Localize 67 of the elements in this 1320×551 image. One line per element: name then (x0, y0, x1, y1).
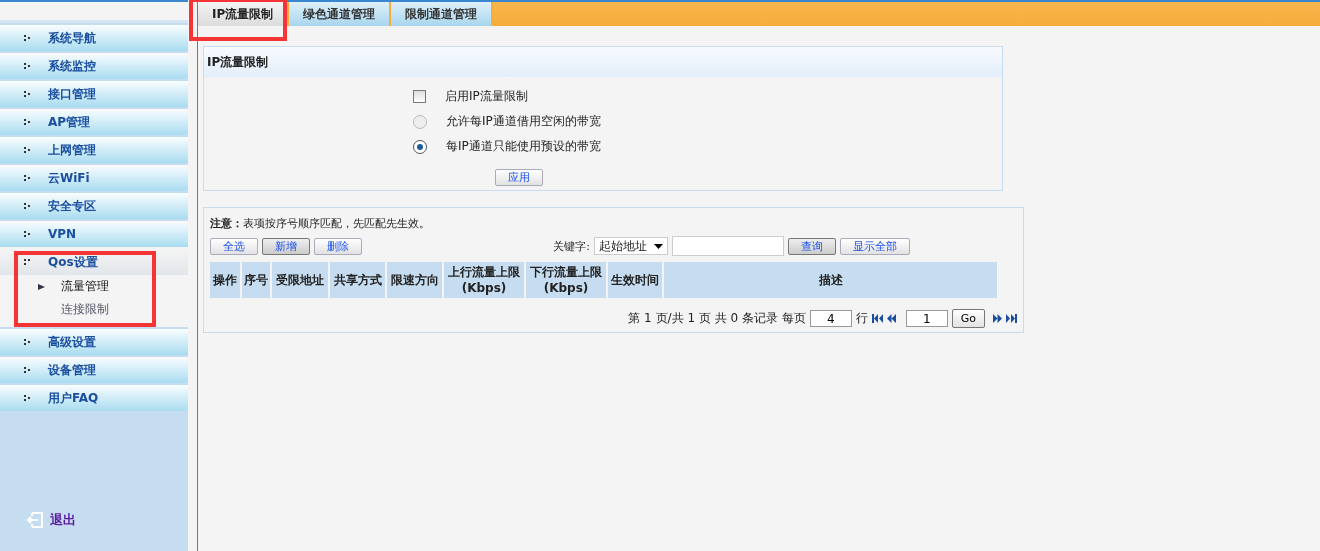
next-page-icon[interactable] (993, 314, 1002, 323)
column-header: 描述 (664, 262, 997, 298)
option-label: 每IP通道只能使用预设的带宽 (446, 138, 601, 155)
column-header: 共享方式 (330, 262, 385, 298)
dots-icon (23, 173, 32, 183)
dots-icon (23, 61, 32, 71)
option-label: 启用IP流量限制 (445, 88, 528, 105)
dots-icon (23, 33, 32, 43)
sidebar-item[interactable]: 接口管理 (0, 81, 188, 107)
radio-button[interactable] (413, 139, 427, 154)
column-header: 生效时间 (608, 262, 662, 298)
sidebar-item[interactable]: 系统监控 (0, 53, 188, 79)
dots-icon (23, 257, 32, 267)
tab[interactable]: 绿色通道管理 (289, 2, 392, 26)
column-header: 受限地址 (272, 262, 328, 298)
sidebar-item[interactable]: 高级设置 (0, 329, 188, 355)
column-header: 上行流量上限 (Kbps) (444, 262, 524, 298)
dots-icon (23, 201, 32, 211)
sidebar-item[interactable]: 系统导航 (0, 25, 188, 51)
toolbar-button[interactable]: 新增 (262, 237, 310, 255)
tab[interactable]: IP流量限制 (198, 2, 290, 26)
column-header: 操作 (210, 262, 240, 298)
sidebar-item[interactable]: 云WiFi (0, 165, 188, 191)
toolbar-button[interactable]: 删除 (314, 237, 362, 255)
keyword-select[interactable]: 起始地址 (594, 237, 668, 255)
go-button[interactable]: Go (951, 309, 985, 328)
tab[interactable]: 限制通道管理 (391, 2, 494, 26)
dots-icon (23, 393, 32, 403)
toolbar-button[interactable]: 全选 (210, 237, 258, 255)
exit-icon (26, 512, 44, 528)
column-header: 下行流量上限 (Kbps) (526, 262, 606, 298)
panel-title: IP流量限制 (204, 47, 1002, 77)
submenu-item[interactable]: 连接限制 (0, 298, 109, 321)
dots-icon (23, 89, 32, 99)
arrow-icon (38, 283, 45, 290)
logout-link[interactable]: 退出 (0, 511, 76, 529)
sidebar-item[interactable]: VPN (0, 221, 188, 247)
sidebar-item[interactable]: 安全专区 (0, 193, 188, 219)
pager-summary: 第 1 页/共 1 页 共 0 条记录 每页 (628, 310, 806, 327)
rows-label: 行 (855, 310, 868, 327)
dots-icon (23, 365, 32, 375)
sidebar-item[interactable]: AP管理 (0, 109, 188, 135)
note-text: 注意：表项按序号顺序匹配，先匹配先生效。 (210, 216, 431, 231)
page-field[interactable]: 1 (905, 310, 948, 327)
dots-icon (23, 117, 32, 127)
apply-button[interactable]: 应用 (495, 169, 543, 186)
radio-button[interactable] (413, 114, 427, 129)
previous-page-icon[interactable] (886, 314, 896, 323)
sidebar-item[interactable]: 上网管理 (0, 137, 188, 163)
column-header: 序号 (242, 262, 270, 298)
dots-icon (23, 145, 32, 155)
sidebar-item[interactable]: 设备管理 (0, 357, 188, 383)
option-label: 允许每IP通道借用空闲的带宽 (446, 113, 601, 130)
dropdown-caret-icon (654, 243, 663, 249)
keyword-field[interactable] (672, 236, 784, 256)
keyword-label: 关键字: (553, 238, 590, 254)
per-page-field[interactable]: 4 (809, 310, 852, 327)
checkbox[interactable] (413, 90, 426, 103)
dots-icon (23, 337, 32, 347)
show-all-button[interactable]: 显示全部 (840, 237, 910, 255)
dots-icon (23, 229, 32, 239)
submenu-item[interactable]: 流量管理 (0, 275, 109, 298)
last-page-icon[interactable] (1006, 314, 1017, 323)
column-header: 限速方向 (387, 262, 442, 298)
first-page-icon[interactable] (871, 314, 883, 323)
search-button[interactable]: 查询 (788, 237, 836, 255)
sidebar-item[interactable]: 用户FAQ (0, 385, 188, 411)
